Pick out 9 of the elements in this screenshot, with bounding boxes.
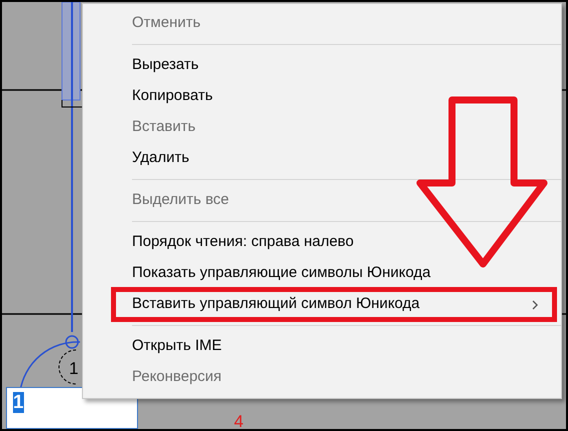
- menu-item[interactable]: Вырезать: [83, 50, 561, 81]
- menu-item[interactable]: Открыть IME: [83, 331, 561, 362]
- menu-item[interactable]: Вставить управляющий символ Юникода: [83, 289, 561, 320]
- menu-item[interactable]: Показать управляющие символы Юникода: [83, 258, 561, 289]
- menu-item[interactable]: Удалить: [83, 143, 561, 174]
- drawing-label: 1: [69, 359, 78, 378]
- drawing-label: 4: [234, 412, 244, 429]
- menu-item[interactable]: Копировать: [83, 81, 561, 112]
- menu-item[interactable]: Порядок чтения: справа налево: [83, 227, 561, 258]
